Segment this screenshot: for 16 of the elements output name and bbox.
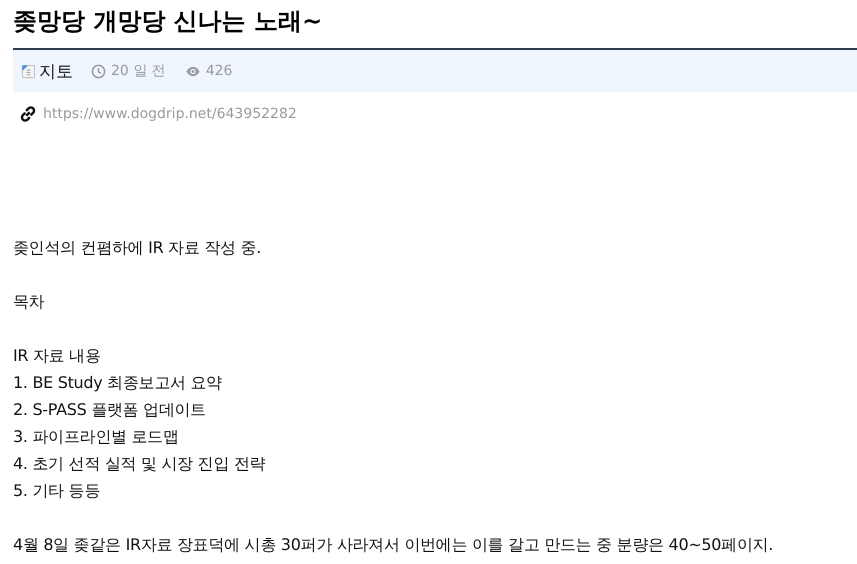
level-badge-icon: [21, 64, 36, 78]
body-text: 5. 기타 등등: [13, 480, 102, 502]
body-text: 목차: [13, 291, 46, 313]
post-title: 좆망당 개망당 신나는 노래~: [13, 6, 324, 37]
body-text: 1. BE Study 최종보고서 요약: [13, 372, 223, 394]
body-text: IR 자료 내용: [13, 345, 102, 367]
body-text: 4. 초기 선적 실적 및 시장 진입 전략: [13, 453, 266, 475]
link-icon: [19, 105, 37, 123]
author-name[interactable]: 지토: [39, 60, 73, 82]
clock-icon: [91, 64, 106, 78]
body-text: 4월 8일 좆같은 IR자료 장표덕에 시총 30퍼가 사라져서 이번에는 이를 갈고 만드는 중 분량은 40~50페이지.: [13, 534, 774, 556]
view-count: 426: [206, 63, 232, 79]
body-text: 3. 파이프라인별 로드맵: [13, 426, 180, 448]
body-text: 2. S-PASS 플랫폼 업데이트: [13, 399, 207, 421]
post-time: 20 일 전: [111, 62, 166, 80]
body-text: 좆인석의 컨폄하에 IR 자료 작성 중.: [13, 237, 262, 259]
